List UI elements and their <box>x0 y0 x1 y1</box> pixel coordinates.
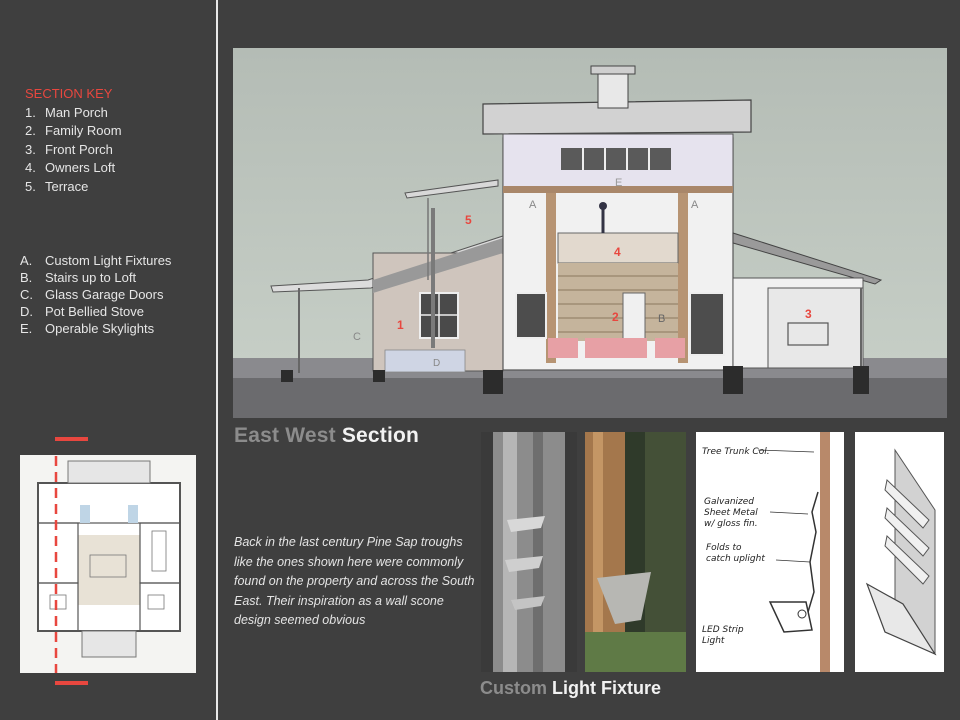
section-key-item: 4. Owners Loft <box>25 160 116 175</box>
feature-legend-item: D. Pot Bellied Stove <box>20 304 145 319</box>
light-fixture-sketch: Tree Trunk Col. Galvanized Sheet Metal w… <box>696 432 844 672</box>
fixture-caption: Custom Light Fixture <box>480 678 661 698</box>
light-fixture-3d-sketch <box>855 432 944 672</box>
section-key-item: 2. Family Room <box>25 123 122 138</box>
section-mark-5: 5 <box>465 213 472 227</box>
section-key-item: 5. Terrace <box>25 178 89 194</box>
section-mark-d: D <box>433 358 440 369</box>
section-mark-3: 3 <box>805 307 812 321</box>
pine-trunk-photo <box>481 432 577 672</box>
note-led-2: Light <box>702 636 725 646</box>
section-key-title: SECTION KEY <box>25 86 113 101</box>
note-galvanized-3: w/ gloss fin. <box>704 519 758 529</box>
section-mark-2: 2 <box>612 310 619 324</box>
note-folds-1: Folds to <box>706 543 742 553</box>
feature-legend: A. Custom Light Fixtures B. Stairs up to L… <box>20 252 171 337</box>
section-mark-a-right: A <box>691 199 699 211</box>
section-key: SECTION KEY 1. Man Porch 2. Family Room 3.… <box>25 85 122 196</box>
note-led-1: LED Strip <box>702 625 744 635</box>
section-mark-e: E <box>615 177 622 189</box>
section-cut-marker-bottom <box>55 681 88 685</box>
vertical-divider <box>216 0 218 720</box>
section-mark-1: 1 <box>397 318 404 332</box>
sap-trough-photo <box>585 432 686 672</box>
feature-legend-item: B. Stairs up to Loft <box>20 270 137 285</box>
floor-plan-image <box>20 440 196 685</box>
feature-legend-item: C. Glass Garage Doors <box>20 287 164 302</box>
description-text: Back in the last century Pine Sap trough… <box>234 535 475 627</box>
section-key-item: 3. Front Porch <box>25 141 113 157</box>
note-galvanized-1: Galvanized <box>704 497 754 507</box>
section-mark-c: C <box>353 331 361 343</box>
section-title: East West Section <box>234 424 420 447</box>
note-folds-2: catch uplight <box>706 554 765 564</box>
section-mark-b: B <box>658 313 665 325</box>
east-west-section-drawing: 1 2 3 4 5 A A B C D E <box>233 48 947 418</box>
feature-legend-item: E. Operable Skylights <box>20 321 155 336</box>
section-cut-marker-top <box>55 437 88 441</box>
note-tree-trunk: Tree Trunk Col. <box>702 447 770 457</box>
feature-legend-item: A. Custom Light Fixtures <box>20 253 172 268</box>
section-mark-4: 4 <box>614 245 621 259</box>
section-key-item: 1. Man Porch <box>25 104 108 120</box>
note-galvanized-2: Sheet Metal <box>704 508 758 518</box>
section-mark-a-left: A <box>529 199 537 211</box>
